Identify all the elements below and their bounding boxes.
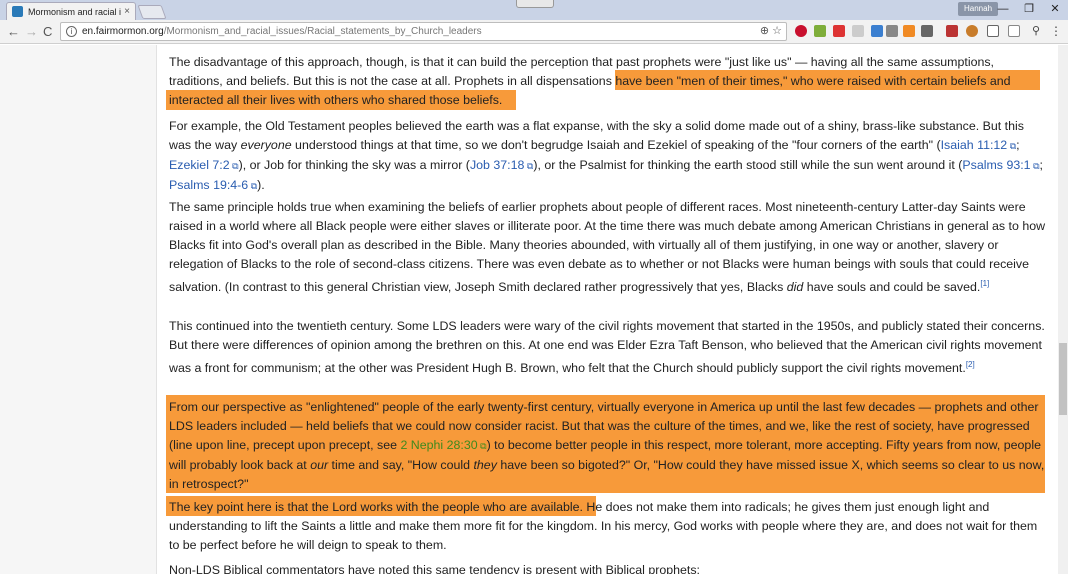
emphasis-text: they — [473, 458, 497, 472]
paragraph-disadvantage: The disadvantage of this approach, thoug… — [169, 53, 1049, 110]
pen-extension-icon[interactable] — [946, 25, 958, 37]
paragraph-text: time and say, "How could — [328, 458, 474, 472]
extension-icon[interactable] — [903, 25, 915, 37]
vertical-scrollbar[interactable] — [1058, 45, 1068, 574]
separator-text: ; — [1016, 138, 1020, 152]
extension-icon[interactable] — [966, 25, 978, 37]
extension-icon[interactable] — [987, 25, 999, 37]
paragraph-text: ), or Job for thinking the sky was a mir… — [238, 158, 470, 172]
window-drag-handle[interactable] — [516, 0, 554, 8]
emphasis-text: did — [786, 280, 804, 295]
external-link-icon: ⧉ — [477, 441, 487, 451]
extension-icon[interactable] — [871, 25, 883, 37]
external-link-icon: ⧉ — [524, 161, 534, 171]
paragraph-text: Non-LDS Biblical commentators have noted… — [169, 563, 700, 574]
back-button[interactable]: ← — [7, 23, 20, 41]
paragraph-key-point: The key point here is that the Lord work… — [169, 498, 1049, 555]
pinterest-extension-icon[interactable] — [795, 25, 807, 37]
highlighted-text: The key point here is that the Lord work… — [169, 500, 583, 514]
footnote-ref-2[interactable]: [2] — [966, 360, 975, 369]
emphasis-text: our — [310, 458, 329, 472]
zoom-icon[interactable]: ⊕ — [760, 25, 769, 37]
extension-icon[interactable] — [921, 25, 933, 37]
video-extension-icon[interactable] — [833, 25, 845, 37]
bookmark-star-icon[interactable]: ☆ — [772, 25, 782, 37]
paragraph-twentieth-century: This continued into the twentieth centur… — [169, 317, 1049, 378]
url-path: /Mormonism_and_racial_issues/Racial_stat… — [163, 26, 482, 37]
page-viewport: The disadvantage of this approach, thoug… — [0, 45, 1068, 574]
link-psalms-93-1[interactable]: Psalms 93:1 — [962, 158, 1030, 172]
restore-button[interactable]: ❐ — [1016, 0, 1042, 20]
link-2-nephi-28-30[interactable]: 2 Nephi 28:30 — [400, 438, 477, 452]
site-info-icon[interactable]: i — [66, 26, 77, 37]
scrollbar-thumb[interactable] — [1059, 343, 1067, 415]
evernote-extension-icon[interactable] — [814, 25, 826, 37]
external-link-icon: ⧉ — [248, 181, 258, 191]
reload-button[interactable]: C — [43, 23, 52, 41]
external-link-icon: ⧉ — [229, 161, 239, 171]
link-psalms-19-4-6[interactable]: Psalms 19:4-6 — [169, 178, 248, 192]
link-job-37-18[interactable]: Job 37:18 — [470, 158, 524, 172]
external-link-icon: ⧉ — [1007, 141, 1017, 151]
fairmormon-favicon-icon — [12, 6, 23, 17]
tab-close-icon[interactable]: × — [124, 6, 130, 17]
extension-icon[interactable] — [1008, 25, 1020, 37]
url-text[interactable]: en.fairmormon.org/Mormonism_and_racial_i… — [82, 26, 482, 37]
window-titlebar: Mormonism and racial is × Hannah — ❐ ✕ — [0, 0, 1068, 20]
menu-icon[interactable]: ⋮ — [1050, 25, 1062, 37]
paragraph-text: This continued into the twentieth centur… — [169, 319, 1045, 376]
external-link-icon: ⧉ — [1030, 161, 1040, 171]
paragraph-text: understood things at that time, so we do… — [291, 138, 941, 152]
url-domain: en.fairmormon.org — [82, 26, 164, 37]
close-window-button[interactable]: ✕ — [1042, 0, 1068, 20]
article-content: The disadvantage of this approach, thoug… — [156, 45, 1058, 574]
forward-button[interactable]: → — [25, 23, 38, 41]
highlighted-text: interacted all their lives with others w… — [169, 93, 503, 107]
new-tab-button[interactable] — [137, 5, 167, 19]
browser-tab[interactable]: Mormonism and racial is × — [6, 2, 136, 20]
emphasis-text: everyone — [240, 138, 292, 152]
paragraph-old-testament: For example, the Old Testament peoples b… — [169, 117, 1049, 196]
paragraph-text: ). — [257, 178, 265, 192]
tab-title: Mormonism and racial is — [28, 6, 122, 17]
paragraph-same-principle: The same principle holds true when exami… — [169, 198, 1049, 297]
omnibox-actions: ⊕ ☆ — [760, 24, 782, 37]
address-bar[interactable]: i en.fairmormon.org/Mormonism_and_racial… — [60, 22, 787, 41]
separator-text: ; — [1039, 158, 1043, 172]
link-isaiah-11-12[interactable]: Isaiah 11:12 — [941, 138, 1008, 152]
footnote-ref-1[interactable]: [1] — [980, 279, 989, 288]
extension-icon[interactable] — [852, 25, 864, 37]
paragraph-text: ), or the Psalmist for thinking the eart… — [533, 158, 963, 172]
extension-icon[interactable] — [886, 25, 898, 37]
paragraph-text: have souls and could be saved. — [803, 280, 981, 295]
search-icon[interactable]: ⚲ — [1030, 25, 1042, 37]
paragraph-enlightened: From our perspective as "enlightened" pe… — [169, 398, 1049, 494]
minimize-button[interactable]: — — [990, 0, 1016, 20]
highlighted-text: Prophets in all dispensations have been … — [454, 74, 1011, 88]
paragraph-non-lds: Non-LDS Biblical commentators have noted… — [169, 561, 1049, 574]
link-ezekiel-7-2[interactable]: Ezekiel 7:2 — [169, 158, 230, 172]
